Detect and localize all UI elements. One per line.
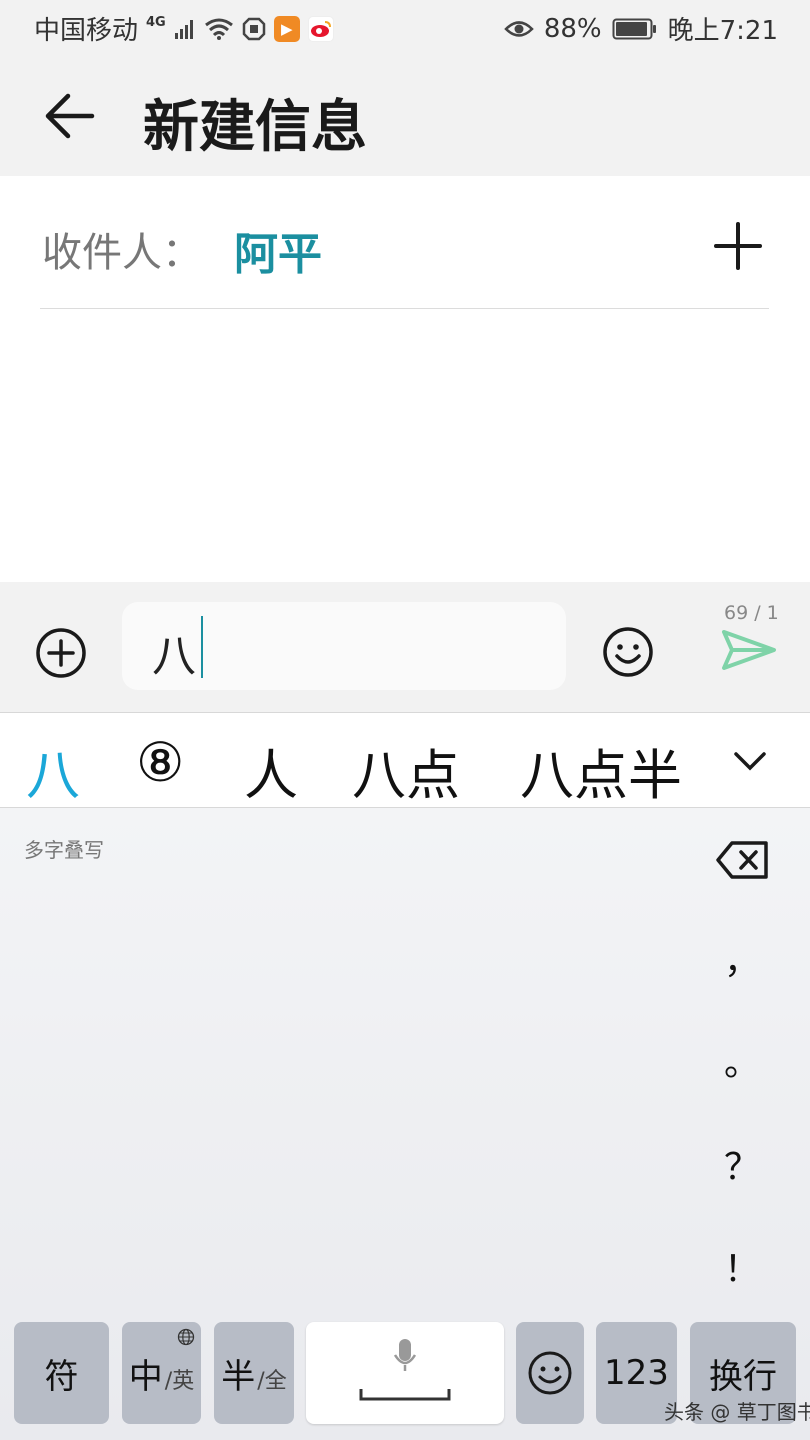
language-switch-key[interactable]: 中 /英 bbox=[122, 1322, 201, 1424]
symbol-key-label: 符 bbox=[44, 1356, 79, 1397]
microphone-space-icon bbox=[359, 1339, 451, 1401]
battery-icon bbox=[612, 18, 656, 39]
message-input[interactable]: 八 bbox=[122, 602, 566, 690]
candidate-item[interactable]: 八点半 bbox=[520, 731, 682, 810]
recipient-chip[interactable]: 阿平 bbox=[234, 218, 322, 282]
smiley-icon bbox=[528, 1351, 572, 1395]
width-key-sub: /全 bbox=[257, 1369, 287, 1394]
emoji-keyboard-key[interactable] bbox=[516, 1322, 584, 1424]
page-title: 新建信息 bbox=[143, 95, 367, 160]
emoji-button[interactable] bbox=[600, 624, 656, 680]
arrow-left-icon bbox=[45, 93, 95, 139]
compose-bar: 八 69 / 1 bbox=[0, 582, 810, 712]
title-bar: 新建信息 bbox=[0, 56, 810, 176]
watermark: 头条 @ 草丁图书馆 bbox=[664, 1400, 810, 1424]
space-voice-key[interactable] bbox=[306, 1322, 504, 1424]
signal-icon bbox=[174, 19, 193, 39]
back-button[interactable] bbox=[38, 84, 102, 148]
candidate-item[interactable]: 八点 bbox=[352, 731, 460, 810]
question-key[interactable]: ？ bbox=[722, 1138, 762, 1190]
symbol-key[interactable]: 符 bbox=[14, 1322, 109, 1424]
handwriting-mode-label[interactable]: 多字叠写 bbox=[24, 834, 104, 863]
numbers-key-label: 123 bbox=[604, 1353, 669, 1393]
handwriting-keyboard: 多字叠写 ， 。 ？ ！ 符 中 /英 半 /全 123 换行 bbox=[0, 808, 810, 1440]
candidate-item[interactable]: ⑧ bbox=[136, 731, 184, 794]
message-text: 八 bbox=[152, 631, 196, 682]
backspace-icon bbox=[716, 841, 768, 879]
video-app-icon: ▶ bbox=[273, 15, 300, 42]
divider bbox=[40, 308, 769, 309]
attach-button[interactable] bbox=[34, 626, 88, 680]
shield-app-icon bbox=[242, 17, 265, 40]
send-icon bbox=[722, 630, 776, 670]
plus-circle-icon bbox=[36, 628, 86, 678]
send-button[interactable] bbox=[720, 628, 778, 672]
add-recipient-button[interactable] bbox=[710, 218, 766, 274]
width-key-main: 半 bbox=[221, 1356, 256, 1397]
carrier-label: 中国移动 bbox=[34, 16, 139, 46]
candidate-item[interactable]: 八 bbox=[26, 731, 80, 810]
candidate-item[interactable]: 人 bbox=[244, 731, 298, 810]
status-left: 中国移动 4G ▶ bbox=[34, 10, 334, 47]
battery-percent: 88% bbox=[543, 13, 602, 44]
status-bar: 中国移动 4G ▶ 88% 晚上7:21 bbox=[0, 0, 810, 56]
eye-comfort-icon bbox=[504, 20, 534, 37]
wifi-icon bbox=[204, 18, 233, 40]
backspace-key[interactable] bbox=[716, 840, 770, 880]
globe-icon bbox=[177, 1328, 195, 1346]
exclamation-key[interactable]: ！ bbox=[722, 1240, 762, 1292]
candidate-bar: 八 ⑧ 人 八点 八点半 bbox=[0, 712, 810, 808]
clock: 晚上7:21 bbox=[667, 16, 778, 46]
language-key-main: 中 bbox=[128, 1356, 163, 1397]
comma-key[interactable]: ， bbox=[722, 932, 762, 984]
period-key[interactable]: 。 bbox=[722, 1034, 762, 1086]
text-caret bbox=[201, 616, 203, 678]
network-label: 4G bbox=[146, 15, 166, 30]
status-right: 88% 晚上7:21 bbox=[504, 10, 778, 47]
width-switch-key[interactable]: 半 /全 bbox=[214, 1322, 294, 1424]
language-key-sub: /英 bbox=[164, 1369, 195, 1394]
weibo-icon bbox=[307, 15, 334, 42]
chevron-down-icon bbox=[734, 752, 766, 771]
enter-key-label: 换行 bbox=[709, 1356, 777, 1397]
recipient-label: 收件人： bbox=[42, 230, 202, 276]
collapse-candidates-button[interactable] bbox=[728, 739, 772, 783]
smiley-icon bbox=[603, 627, 653, 677]
char-counter: 69 / 1 bbox=[724, 602, 779, 624]
recipient-section: 收件人： 阿平 bbox=[0, 176, 810, 582]
plus-icon bbox=[714, 222, 762, 270]
